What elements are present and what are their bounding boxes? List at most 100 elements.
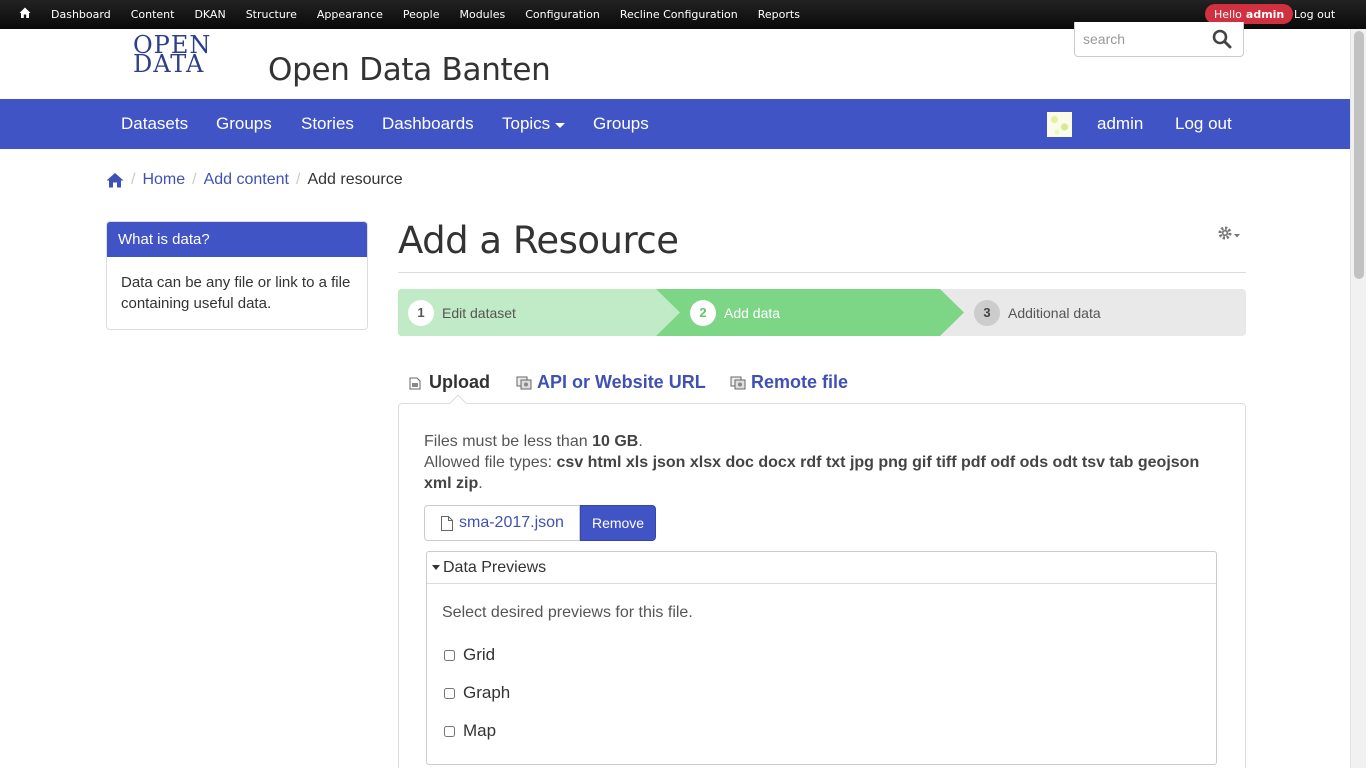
api-link-icon bbox=[516, 376, 532, 390]
admin-logout-link[interactable]: Log out bbox=[1294, 0, 1335, 29]
caret-down-icon bbox=[555, 122, 566, 128]
hello-prefix: Hello bbox=[1214, 7, 1242, 21]
data-previews-toggle[interactable]: Data Previews bbox=[427, 552, 1216, 584]
progress-stepper: 1 Edit dataset 2 Add data 3 Additional d… bbox=[398, 289, 1246, 336]
grid-label: Grid bbox=[463, 645, 496, 664]
breadcrumb-add-content[interactable]: Add content bbox=[204, 171, 289, 189]
search-input[interactable] bbox=[1083, 28, 1203, 50]
size-suffix: . bbox=[638, 433, 643, 450]
admin-menu-people[interactable]: People bbox=[393, 8, 450, 21]
upload-file-icon bbox=[409, 377, 421, 390]
tab-api-url[interactable]: API or Website URL bbox=[516, 370, 706, 394]
map-label: Map bbox=[463, 721, 497, 740]
nav-user-label: admin bbox=[1097, 114, 1144, 133]
step-additional-data[interactable]: 3 Additional data bbox=[974, 289, 1101, 336]
size-value: 10 GB bbox=[592, 433, 639, 450]
hello-username: admin bbox=[1245, 7, 1285, 21]
step-label: Add data bbox=[724, 304, 781, 321]
preview-option-grid[interactable]: Grid bbox=[443, 645, 495, 665]
types-suffix: . bbox=[478, 475, 483, 492]
main-navigation: Datasets Groups Stories Dashboards Topic… bbox=[0, 99, 1350, 149]
admin-menu-content[interactable]: Content bbox=[121, 8, 185, 21]
breadcrumb-separator: / bbox=[131, 171, 136, 188]
step-label: Edit dataset bbox=[442, 304, 516, 321]
size-prefix: Files must be less than bbox=[424, 433, 588, 450]
tab-upload-label: Upload bbox=[429, 371, 490, 392]
preview-option-map[interactable]: Map bbox=[443, 721, 496, 741]
hello-user-badge[interactable]: Hello admin bbox=[1205, 4, 1294, 24]
data-previews-legend: Data Previews bbox=[443, 558, 547, 576]
sidebar-title: What is data? bbox=[107, 222, 367, 257]
admin-menu-structure[interactable]: Structure bbox=[236, 8, 307, 21]
page-title: Add a Resource bbox=[398, 219, 679, 262]
breadcrumb-current: Add resource bbox=[307, 171, 403, 188]
home-icon[interactable] bbox=[19, 7, 31, 19]
map-checkbox[interactable] bbox=[444, 725, 455, 737]
remove-button[interactable]: Remove bbox=[579, 505, 657, 541]
tab-remote-file-label: Remote file bbox=[751, 371, 849, 392]
remote-file-icon bbox=[730, 376, 746, 390]
nav-groups[interactable]: Groups bbox=[216, 99, 272, 149]
nav-topics-label: Topics bbox=[502, 114, 551, 133]
grid-checkbox[interactable] bbox=[444, 649, 455, 661]
graph-checkbox[interactable] bbox=[444, 687, 455, 699]
previews-description: Select desired previews for this file. bbox=[442, 604, 693, 621]
search-icon[interactable] bbox=[1212, 29, 1232, 49]
site-name[interactable]: Open Data Banten bbox=[268, 52, 551, 88]
breadcrumb: / Home / Add content / Add resource bbox=[106, 170, 403, 190]
uploaded-file: sma-2017.json Remove bbox=[424, 505, 657, 541]
admin-menu-dashboard[interactable]: Dashboard bbox=[41, 8, 121, 21]
home-icon[interactable] bbox=[106, 172, 124, 188]
data-previews-fieldset: Data Previews Select desired previews fo… bbox=[426, 551, 1217, 765]
admin-menu-recline-configuration[interactable]: Recline Configuration bbox=[610, 8, 748, 21]
sidebar-body: Data can be any file or link to a file c… bbox=[121, 274, 351, 312]
size-limit-text: Files must be less than 10 GB. bbox=[424, 431, 643, 452]
admin-menu-dkan[interactable]: DKAN bbox=[184, 8, 235, 21]
step-edit-dataset[interactable]: 1 Edit dataset bbox=[408, 289, 516, 336]
breadcrumb-separator: / bbox=[296, 171, 301, 188]
page-scrollbar[interactable] bbox=[1350, 29, 1366, 768]
nav-topics-dropdown[interactable]: Topics bbox=[502, 99, 566, 149]
file-link[interactable]: sma-2017.json bbox=[424, 505, 580, 541]
file-icon bbox=[441, 515, 453, 531]
admin-menu-reports[interactable]: Reports bbox=[748, 8, 810, 21]
admin-menu-configuration[interactable]: Configuration bbox=[515, 8, 610, 21]
nav-user[interactable]: admin bbox=[1097, 99, 1143, 149]
admin-menu: Dashboard Content DKAN Structure Appeara… bbox=[41, 0, 810, 29]
nav-logout[interactable]: Log out bbox=[1175, 99, 1232, 149]
stepper-arrows bbox=[398, 289, 964, 336]
nav-dashboards-label: Dashboards bbox=[382, 114, 474, 133]
admin-menu-appearance[interactable]: Appearance bbox=[307, 8, 393, 21]
nav-datasets-label: Datasets bbox=[121, 114, 189, 133]
gear-icon[interactable] bbox=[1216, 225, 1244, 243]
tab-upload[interactable]: Upload bbox=[408, 370, 490, 394]
types-prefix: Allowed file types: bbox=[424, 454, 553, 471]
file-name: sma-2017.json bbox=[459, 514, 564, 531]
nav-groups-2-label: Groups bbox=[593, 114, 649, 133]
nav-logout-label: Log out bbox=[1175, 114, 1232, 133]
avatar[interactable] bbox=[1047, 112, 1072, 137]
preview-option-graph[interactable]: Graph bbox=[443, 683, 510, 703]
step-number: 1 bbox=[408, 299, 434, 326]
nav-groups-label: Groups bbox=[216, 114, 272, 133]
graph-label: Graph bbox=[463, 683, 511, 702]
breadcrumb-home[interactable]: Home bbox=[142, 171, 185, 189]
tab-remote-file[interactable]: Remote file bbox=[730, 370, 848, 394]
allowed-types-text: Allowed file types: csv html xls json xl… bbox=[424, 452, 1214, 494]
nav-dashboards[interactable]: Dashboards bbox=[382, 99, 474, 149]
logo-line-2: DATA bbox=[133, 50, 205, 78]
scrollbar-thumb[interactable] bbox=[1354, 31, 1364, 279]
search-box bbox=[1074, 22, 1244, 57]
nav-datasets[interactable]: Datasets bbox=[121, 99, 188, 149]
title-divider bbox=[398, 272, 1246, 273]
step-number: 2 bbox=[690, 299, 716, 326]
admin-menu-modules[interactable]: Modules bbox=[449, 8, 515, 21]
collapse-icon bbox=[432, 565, 440, 570]
breadcrumb-separator: / bbox=[192, 171, 197, 188]
step-add-data[interactable]: 2 Add data bbox=[690, 289, 780, 336]
site-logo[interactable]: OPEN DATA bbox=[105, 29, 245, 87]
nav-stories-label: Stories bbox=[301, 114, 354, 133]
nav-stories[interactable]: Stories bbox=[301, 99, 354, 149]
nav-groups-2[interactable]: Groups bbox=[593, 99, 649, 149]
step-number: 3 bbox=[974, 299, 1000, 326]
